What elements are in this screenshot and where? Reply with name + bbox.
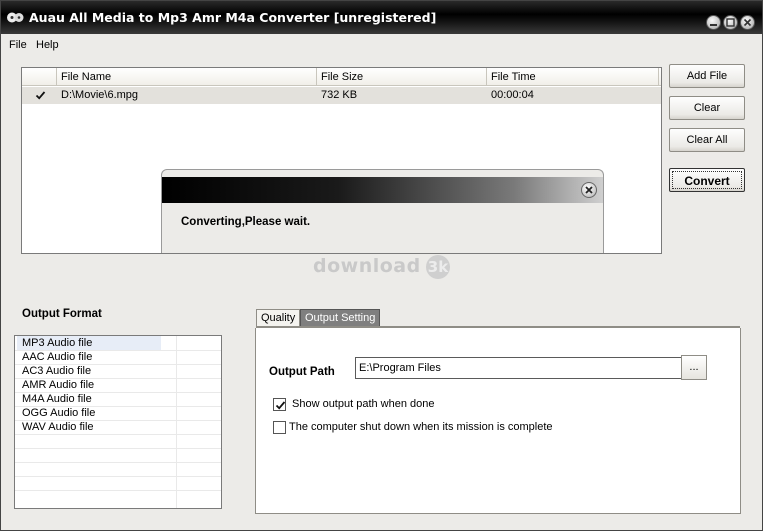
table-row[interactable]: D:\Movie\6.mpg 732 KB 00:00:04 [22, 87, 661, 104]
column-file-time[interactable]: File Time [487, 68, 659, 86]
list-divider [15, 434, 221, 435]
shutdown-checkbox[interactable] [273, 421, 286, 434]
list-item-m4a[interactable]: M4A Audio file [15, 392, 221, 406]
film-reel-icon [7, 11, 24, 24]
list-item-label: M4A Audio file [22, 393, 92, 405]
title-bar: Auau All Media to Mp3 Amr M4a Converter … [1, 1, 762, 34]
menu-file[interactable]: File [9, 39, 27, 51]
output-path-input[interactable]: E:\Program Files [355, 357, 682, 379]
list-item-label: WAV Audio file [22, 421, 94, 433]
column-file-name[interactable]: File Name [57, 68, 317, 86]
close-button[interactable] [740, 15, 755, 30]
list-divider [15, 476, 221, 477]
add-file-button[interactable]: Add File [669, 64, 745, 88]
row-file-size: 732 KB [321, 89, 358, 101]
clear-all-button[interactable]: Clear All [669, 128, 745, 152]
app-window: Auau All Media to Mp3 Amr M4a Converter … [0, 0, 763, 531]
tab-output-setting[interactable]: Output Setting [300, 309, 381, 326]
output-path-label: Output Path [269, 366, 335, 378]
list-divider [15, 490, 221, 491]
watermark-badge: 3k [426, 255, 450, 279]
list-item-aac[interactable]: AAC Audio file [15, 350, 221, 364]
list-item-label: AMR Audio file [22, 379, 95, 391]
clear-button[interactable]: Clear [669, 96, 745, 120]
browse-button[interactable]: ... [681, 355, 707, 380]
convert-button-label: Convert [672, 171, 742, 189]
tab-quality[interactable]: Quality [256, 309, 301, 326]
show-path-checkbox[interactable] [273, 398, 286, 411]
list-item-label: OGG Audio file [22, 407, 96, 419]
list-item-label: MP3 Audio file [22, 337, 93, 349]
column-check[interactable] [22, 68, 57, 86]
window-title: Auau All Media to Mp3 Amr M4a Converter … [29, 10, 437, 25]
row-file-time: 00:00:04 [491, 89, 534, 101]
list-item-amr[interactable]: AMR Audio file [15, 378, 221, 392]
file-list-header: File Name File Size File Time [22, 68, 661, 86]
list-divider [15, 462, 221, 463]
row-checkbox[interactable] [34, 89, 47, 102]
dialog-message: Converting,Please wait. [181, 216, 311, 228]
dialog-close-icon[interactable] [581, 182, 597, 198]
watermark-text: download [313, 255, 421, 277]
list-item-mp3[interactable]: MP3 Audio file [15, 336, 221, 350]
maximize-button[interactable] [723, 15, 738, 30]
list-item-ogg[interactable]: OGG Audio file [15, 406, 221, 420]
show-path-label: Show output path when done [292, 398, 435, 410]
list-item-label: AC3 Audio file [22, 365, 92, 377]
convert-button[interactable]: Convert [669, 168, 745, 192]
list-divider [15, 448, 221, 449]
converting-dialog: Converting,Please wait. [161, 169, 604, 253]
list-item-wav[interactable]: WAV Audio file [15, 420, 221, 434]
list-item-ac3[interactable]: AC3 Audio file [15, 364, 221, 378]
list-item-label: AAC Audio file [22, 351, 93, 363]
row-file-name: D:\Movie\6.mpg [61, 89, 139, 101]
output-format-label: Output Format [22, 308, 102, 320]
column-file-size[interactable]: File Size [317, 68, 487, 86]
output-format-list[interactable]: MP3 Audio file AAC Audio file AC3 Audio … [14, 335, 222, 509]
shutdown-label: The computer shut down when its mission … [289, 421, 553, 433]
menu-help[interactable]: Help [36, 39, 59, 51]
minimize-button[interactable] [706, 15, 721, 30]
dialog-title-bar [162, 177, 603, 203]
